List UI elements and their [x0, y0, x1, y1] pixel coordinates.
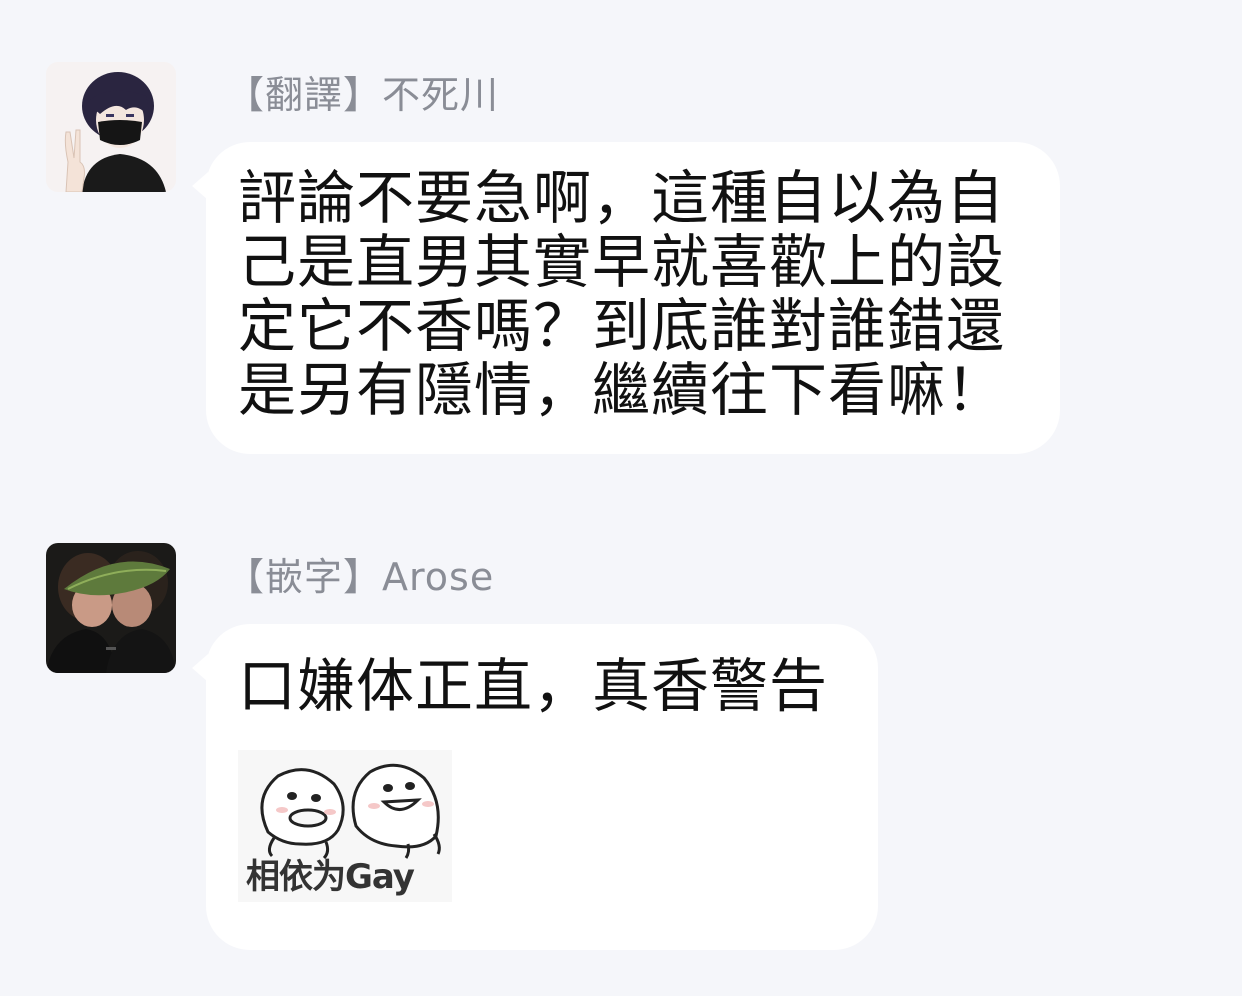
- message-bubble[interactable]: 評論不要急啊，這種自以為自己是直男其實早就喜歡上的設定它不香嗎？到底誰對誰錯還是…: [192, 142, 1060, 454]
- bubble-tail: [192, 654, 208, 682]
- avatar-masked-boy-icon[interactable]: [46, 62, 176, 192]
- chat-thread: 【翻譯】不死川 評論不要急啊，這種自以為自己是直男其實早就喜歡上的設定它不香嗎？…: [0, 0, 1242, 996]
- message-text: 口嫌体正直，真香警告: [238, 652, 829, 720]
- sender-name[interactable]: 【嵌字】Arose: [226, 546, 494, 601]
- message-bubble[interactable]: 口嫌体正直，真香警告 相依为Gay: [192, 624, 878, 950]
- avatar-leaf-kiss-icon[interactable]: [46, 543, 176, 673]
- sticker-caption: 相依为Gay: [246, 857, 415, 897]
- sender-name[interactable]: 【翻譯】不死川: [226, 64, 499, 119]
- message-text: 評論不要急啊，這種自以為自己是直男其實早就喜歡上的設定它不香嗎？到底誰對誰錯還是…: [238, 164, 1006, 424]
- two-blobs-sticker-icon[interactable]: 相依为Gay: [238, 750, 452, 902]
- bubble-tail: [192, 172, 208, 200]
